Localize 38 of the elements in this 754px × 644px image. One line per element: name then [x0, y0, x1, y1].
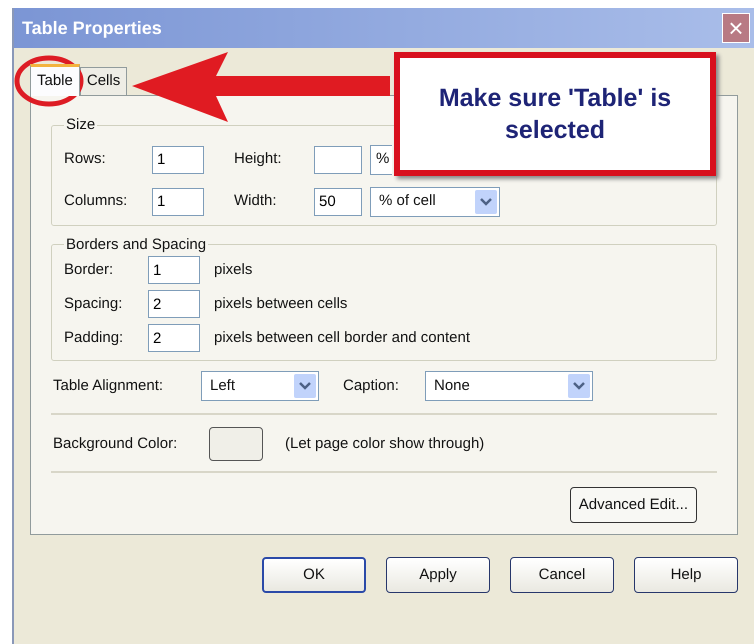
field-label: Spacing:	[64, 294, 124, 314]
field-label: Columns:	[64, 191, 128, 212]
field-label: Border:	[64, 260, 114, 280]
columns-field[interactable]: 1	[152, 188, 204, 216]
width-field[interactable]: 50	[314, 188, 362, 216]
color-swatch-button[interactable]	[209, 427, 263, 461]
number-field[interactable]: 1	[148, 256, 200, 284]
height-field[interactable]	[314, 146, 362, 174]
unit-text: pixels	[214, 260, 252, 280]
tab[interactable]: Table	[30, 64, 80, 96]
width-unit-dropdown[interactable]: % of cell	[370, 186, 500, 216]
highlight-circle	[14, 54, 84, 108]
field-label: Width:	[234, 191, 278, 212]
tab[interactable]: Cells	[80, 67, 128, 95]
background-note: (Let page color show through)	[285, 434, 484, 454]
unit-text: pixels between cells	[214, 294, 348, 314]
dialog-button[interactable]: Cancel	[510, 557, 614, 593]
window-title: Table Properties	[22, 16, 162, 40]
callout-text: Make sure 'Table' is selected	[438, 82, 672, 146]
field-label: Rows:	[64, 149, 107, 170]
field-label: Height:	[234, 149, 283, 170]
dialog-button[interactable]: OK	[262, 557, 366, 593]
unit-text: pixels between cell border and content	[214, 328, 470, 348]
caption-dropdown[interactable]: None	[425, 371, 593, 401]
field-label: Padding:	[64, 328, 124, 348]
group-legend: Size	[64, 114, 98, 136]
number-field[interactable]: 2	[148, 324, 200, 352]
field-label: Background Color:	[53, 434, 178, 454]
advanced-edit-button[interactable]: Advanced Edit...	[570, 487, 697, 523]
dialog-button[interactable]: Help	[634, 557, 738, 593]
field-label: Caption:	[343, 376, 400, 396]
rows-field[interactable]: 1	[152, 146, 204, 174]
dialog-button[interactable]: Apply	[386, 557, 490, 593]
height-unit-dropdown[interactable]: %	[370, 144, 392, 174]
field-label: Table Alignment:	[53, 376, 164, 396]
group-legend: Borders and Spacing	[64, 234, 208, 256]
number-field[interactable]: 2	[148, 290, 200, 318]
alignment-dropdown[interactable]: Left	[201, 371, 319, 401]
